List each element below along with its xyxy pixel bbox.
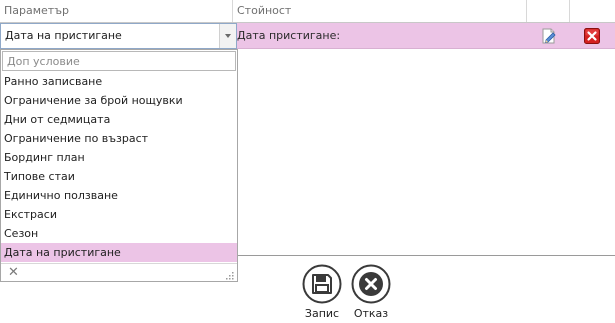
column-header-delete — [570, 0, 615, 22]
chevron-down-icon — [225, 34, 231, 38]
combobox-dropdown-button[interactable] — [219, 24, 236, 48]
list-item[interactable]: Ограничение за брой нощувки — [1, 91, 237, 110]
dropdown-footer: ✕ — [1, 263, 237, 281]
list-item[interactable]: Екстраси — [1, 205, 237, 224]
list-item[interactable]: Ранно записване — [1, 72, 237, 91]
cancel-button-label: Отказ — [353, 307, 389, 320]
column-header-value[interactable]: Стойност — [233, 0, 527, 22]
list-item[interactable]: Типове стаи — [1, 167, 237, 186]
list-item[interactable]: Единично ползване — [1, 186, 237, 205]
resize-grip-icon[interactable] — [225, 270, 234, 280]
save-button[interactable]: Запис — [300, 264, 344, 320]
combobox-value: Дата на пристигане — [5, 29, 122, 42]
save-button-label: Запис — [304, 307, 340, 320]
column-header-edit — [527, 0, 570, 22]
close-icon[interactable]: ✕ — [8, 265, 19, 280]
circle-x-icon — [351, 264, 391, 304]
list-item[interactable]: Дни от седмицата — [1, 110, 237, 129]
pencil-edit-icon[interactable] — [540, 27, 558, 45]
list-item[interactable]: Ограничение по възраст — [1, 129, 237, 148]
dropdown-search-input[interactable] — [2, 51, 236, 71]
cancel-button[interactable]: Отказ — [349, 264, 393, 320]
floppy-disk-icon — [302, 264, 342, 304]
list-item-selected[interactable]: Дата на пристигане — [1, 243, 237, 262]
red-x-delete-icon[interactable] — [584, 28, 600, 44]
parameter-combobox[interactable]: Дата на пристигане — [0, 23, 237, 49]
grid-header: Параметър Стойност — [0, 0, 615, 23]
row-value-label: Дата пристигане: — [237, 29, 341, 42]
dropdown-list: Ранно записване Ограничение за брой нощу… — [1, 72, 237, 262]
list-item[interactable]: Сезон — [1, 224, 237, 243]
list-item[interactable]: Бординг план — [1, 148, 237, 167]
dropdown-popup: Ранно записване Ограничение за брой нощу… — [0, 49, 238, 282]
column-header-parameter[interactable]: Параметър — [0, 0, 233, 22]
